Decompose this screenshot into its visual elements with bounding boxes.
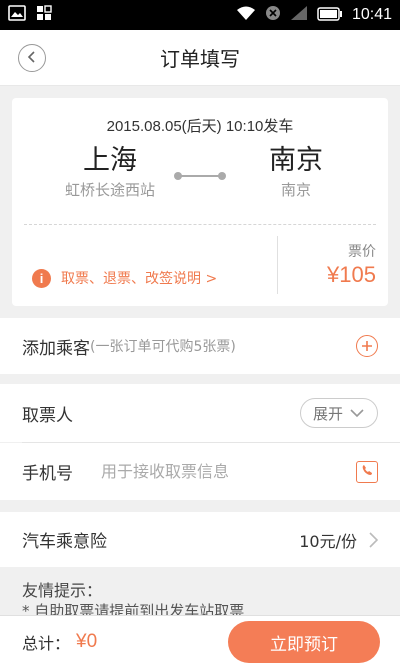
route-line bbox=[174, 172, 226, 180]
phone-input[interactable] bbox=[101, 462, 356, 481]
price-value: ¥105 bbox=[327, 262, 376, 287]
bottom-bar: 总计： ¥0 立即预订 bbox=[0, 615, 400, 667]
status-time: 10:41 bbox=[351, 6, 392, 23]
ticket-policy-label: 取票、退票、改签说明 > bbox=[61, 271, 218, 287]
battery-icon bbox=[317, 6, 343, 25]
destination-station: 南京 bbox=[280, 181, 311, 199]
pickup-person-row: 取票人 展开 bbox=[0, 384, 400, 442]
expand-label: 展开 bbox=[312, 404, 343, 423]
pickup-person-label: 取票人 bbox=[22, 405, 73, 426]
wifi-icon bbox=[236, 5, 256, 25]
submit-order-button[interactable]: 立即预订 bbox=[228, 621, 380, 663]
phone-row: 手机号 bbox=[0, 443, 400, 500]
destination-city: 南京 bbox=[269, 145, 323, 176]
add-passenger-row[interactable]: 添加乘客 (一张订单可代购5张票) bbox=[0, 318, 400, 374]
phone-book-icon bbox=[361, 462, 373, 481]
ticket-card: 2015.08.05(后天) 10:10发车 上海 虹桥长途西站 南京 南京 i… bbox=[12, 98, 388, 306]
insurance-row[interactable]: 汽车乘意险 10元/份 bbox=[0, 512, 400, 567]
dashed-divider bbox=[24, 224, 376, 225]
total-label: 总计： bbox=[22, 633, 71, 653]
tips-title: 友情提示： bbox=[22, 581, 103, 600]
add-passenger-label: 添加乘客 bbox=[22, 338, 90, 359]
mute-icon bbox=[265, 5, 281, 25]
insurance-value: 10元/份 bbox=[299, 531, 357, 551]
back-button[interactable] bbox=[18, 44, 46, 72]
add-passenger-button[interactable] bbox=[356, 335, 378, 357]
origin: 上海 虹桥长途西站 bbox=[45, 144, 175, 200]
page-title: 订单填写 bbox=[160, 47, 240, 71]
expand-button[interactable]: 展开 bbox=[300, 398, 378, 428]
ticket-policy-link[interactable]: i 取票、退票、改签说明 > bbox=[32, 268, 217, 288]
status-bar: 10:41 bbox=[0, 0, 400, 30]
info-icon: i bbox=[32, 268, 51, 288]
contact-book-button[interactable] bbox=[356, 460, 378, 483]
origin-station: 虹桥长途西站 bbox=[64, 181, 155, 199]
add-passenger-hint: (一张订单可代购5张票) bbox=[90, 339, 236, 355]
app-icon bbox=[36, 5, 52, 25]
total-value: ¥0 bbox=[76, 630, 98, 652]
nav-bar: 订单填写 bbox=[0, 30, 400, 86]
ticket-section: 2015.08.05(后天) 10:10发车 上海 虹桥长途西站 南京 南京 i… bbox=[0, 86, 400, 318]
plus-icon bbox=[361, 337, 373, 356]
tips-line: * 自助取票请提前到出发车站取票 bbox=[22, 602, 245, 615]
phone-label: 手机号 bbox=[22, 464, 73, 484]
chevron-right-icon bbox=[369, 531, 378, 548]
signal-icon bbox=[290, 5, 308, 25]
image-icon bbox=[8, 5, 26, 25]
tips-section: 友情提示： * 自助取票请提前到出发车站取票 bbox=[0, 567, 400, 615]
chevron-down-icon bbox=[349, 404, 365, 422]
departure-datetime: 2015.08.05(后天) 10:10发车 bbox=[106, 118, 294, 135]
destination: 南京 南京 bbox=[231, 144, 361, 200]
insurance-label: 汽车乘意险 bbox=[22, 532, 107, 552]
chevron-left-icon bbox=[26, 49, 38, 68]
price-label: 票价 bbox=[348, 244, 376, 260]
price-divider bbox=[277, 236, 278, 294]
origin-city: 上海 bbox=[83, 145, 137, 176]
